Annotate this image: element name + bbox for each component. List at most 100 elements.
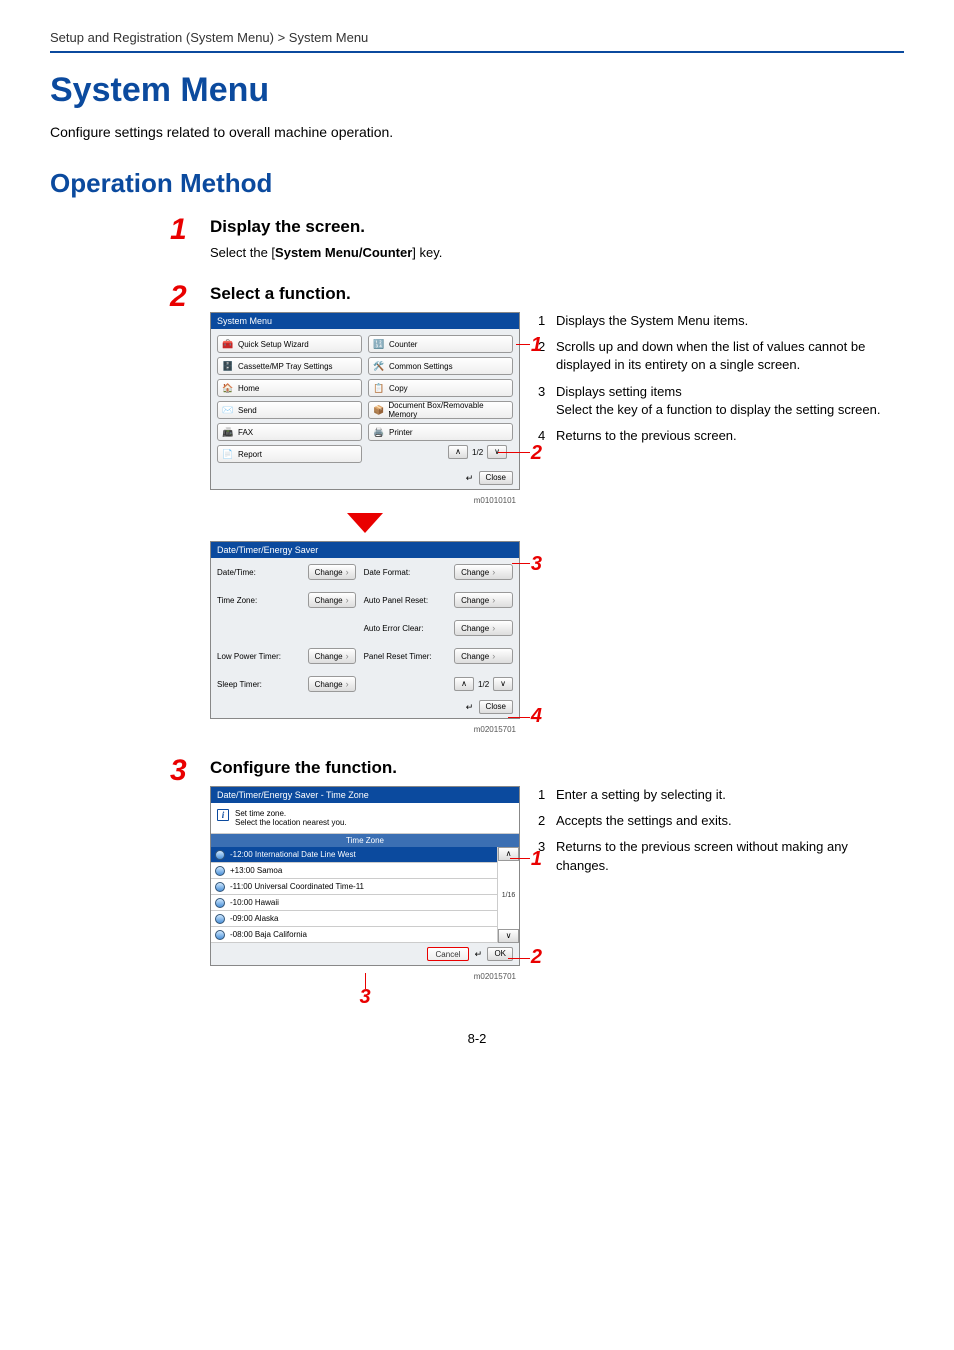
menu-item-report[interactable]: 📄Report — [217, 445, 362, 463]
section-rule — [50, 51, 904, 53]
panel-title: System Menu — [211, 313, 519, 329]
send-icon: ✉️ — [222, 404, 234, 416]
step-1: 1 Display the screen. Select the [System… — [50, 217, 904, 260]
callout-4: 4 — [531, 705, 542, 728]
label-time-zone: Time Zone: — [217, 596, 300, 605]
legend-item: 1 Enter a setting by selecting it. — [538, 786, 904, 804]
scroll-down-button[interactable]: ∨ — [498, 929, 519, 943]
menu-item-quick-setup[interactable]: 🧰Quick Setup Wizard — [217, 335, 362, 353]
change-button[interactable]: Change — [308, 676, 356, 692]
menu-item-common[interactable]: 🛠️Common Settings — [368, 357, 513, 375]
info-text: Set time zone. Select the location neare… — [235, 809, 347, 827]
callout-1: 1 — [531, 848, 542, 871]
step-number: 1 — [170, 215, 210, 260]
label-panel-reset-timer: Panel Reset Timer: — [364, 652, 447, 661]
panel-code: m01010101 — [210, 496, 520, 505]
intro-text: Configure settings related to overall ma… — [50, 124, 904, 140]
breadcrumb: Setup and Registration (System Menu) > S… — [50, 30, 904, 51]
list-item[interactable]: -11:00 Universal Coordinated Time-11 — [211, 879, 497, 895]
close-button[interactable]: Close — [479, 700, 513, 714]
callout-2: 2 — [531, 442, 542, 465]
label-low-power-timer: Low Power Timer: — [217, 652, 300, 661]
counter-icon: 🔢 — [373, 338, 385, 350]
label-auto-panel-reset: Auto Panel Reset: — [364, 596, 447, 605]
label-date-time: Date/Time: — [217, 568, 300, 577]
change-button[interactable]: Change — [454, 564, 513, 580]
copy-icon: 📋 — [373, 382, 385, 394]
label-date-format: Date Format: — [364, 568, 447, 577]
date-timer-panel: Date/Timer/Energy Saver Date/Time: Chang… — [210, 541, 520, 719]
change-button[interactable]: Change — [308, 592, 356, 608]
return-icon: ↵ — [473, 949, 483, 959]
list-header: Time Zone — [211, 834, 519, 847]
page-indicator: 1/2 — [472, 448, 483, 457]
scroll-down-button[interactable]: ∨ — [493, 677, 513, 691]
section-heading: Operation Method — [50, 168, 904, 199]
home-icon: 🏠 — [222, 382, 234, 394]
page-indicator: 1/2 — [478, 680, 489, 689]
menu-item-home[interactable]: 🏠Home — [217, 379, 362, 397]
info-icon: i — [217, 809, 229, 821]
step-number: 2 — [170, 282, 210, 734]
report-icon: 📄 — [222, 448, 234, 460]
globe-icon — [215, 930, 225, 940]
list-item[interactable]: -10:00 Hawaii — [211, 895, 497, 911]
wizard-icon: 🧰 — [222, 338, 234, 350]
globe-icon — [215, 898, 225, 908]
list-item[interactable]: -08:00 Baja California — [211, 927, 497, 943]
change-button[interactable]: Change — [454, 592, 513, 608]
menu-item-cassette[interactable]: 🗄️Cassette/MP Tray Settings — [217, 357, 362, 375]
legend-item: 3 Returns to the previous screen without… — [538, 838, 904, 874]
legend-item: 4 Returns to the previous screen. — [538, 427, 904, 445]
menu-item-fax[interactable]: 📠FAX — [217, 423, 362, 441]
label-auto-error-clear: Auto Error Clear: — [364, 624, 447, 633]
step-heading: Select a function. — [210, 284, 904, 304]
close-button[interactable]: Close — [479, 471, 513, 485]
legend-item: 3 Displays setting items Select the key … — [538, 383, 904, 419]
panel-title: Date/Timer/Energy Saver — [211, 542, 519, 558]
page-number: 8-2 — [50, 1031, 904, 1046]
step-text: Select the [System Menu/Counter] key. — [210, 245, 904, 260]
return-icon: ↵ — [465, 702, 475, 712]
printer-icon: 🖨️ — [373, 426, 385, 438]
down-arrow-icon — [210, 513, 520, 533]
box-icon: 📦 — [373, 404, 384, 416]
menu-item-docbox[interactable]: 📦Document Box/Removable Memory — [368, 401, 513, 419]
callout-3: 3 — [359, 986, 370, 1009]
step-2: 2 Select a function. System Menu 🧰Quick … — [50, 284, 904, 734]
panel-code: m02015701 — [210, 725, 520, 734]
list-item[interactable]: +13:00 Samoa — [211, 863, 497, 879]
fax-icon: 📠 — [222, 426, 234, 438]
page-title: System Menu — [50, 71, 904, 110]
list-item[interactable]: -12:00 International Date Line West — [211, 847, 497, 863]
legend-item: 2 Accepts the settings and exits. — [538, 812, 904, 830]
globe-icon — [215, 882, 225, 892]
change-button[interactable]: Change — [454, 648, 513, 664]
legend-item: 1 Displays the System Menu items. — [538, 312, 904, 330]
step-heading: Display the screen. — [210, 217, 904, 237]
globe-icon — [215, 914, 225, 924]
scroll-up-button[interactable]: ∧ — [448, 445, 468, 459]
cancel-button[interactable]: Cancel — [427, 947, 470, 961]
callout-3: 3 — [531, 553, 542, 576]
menu-item-send[interactable]: ✉️Send — [217, 401, 362, 419]
panel-title: Date/Timer/Energy Saver - Time Zone — [211, 787, 519, 803]
menu-item-printer[interactable]: 🖨️Printer — [368, 423, 513, 441]
callout-2: 2 — [531, 946, 542, 969]
menu-item-counter[interactable]: 🔢Counter — [368, 335, 513, 353]
change-button[interactable]: Change — [454, 620, 513, 636]
settings-icon: 🛠️ — [373, 360, 385, 372]
change-button[interactable]: Change — [308, 564, 356, 580]
tray-icon: 🗄️ — [222, 360, 234, 372]
menu-item-copy[interactable]: 📋Copy — [368, 379, 513, 397]
legend-item: 2 Scrolls up and down when the list of v… — [538, 338, 904, 374]
page-indicator: 1/16 — [498, 861, 519, 929]
step-number: 3 — [170, 756, 210, 981]
step-3: 3 Configure the function. Date/Timer/Ene… — [50, 758, 904, 981]
step-heading: Configure the function. — [210, 758, 904, 778]
list-item[interactable]: -09:00 Alaska — [211, 911, 497, 927]
globe-icon — [215, 866, 225, 876]
change-button[interactable]: Change — [308, 648, 356, 664]
label-sleep-timer: Sleep Timer: — [217, 680, 300, 689]
scroll-up-button[interactable]: ∧ — [454, 677, 474, 691]
